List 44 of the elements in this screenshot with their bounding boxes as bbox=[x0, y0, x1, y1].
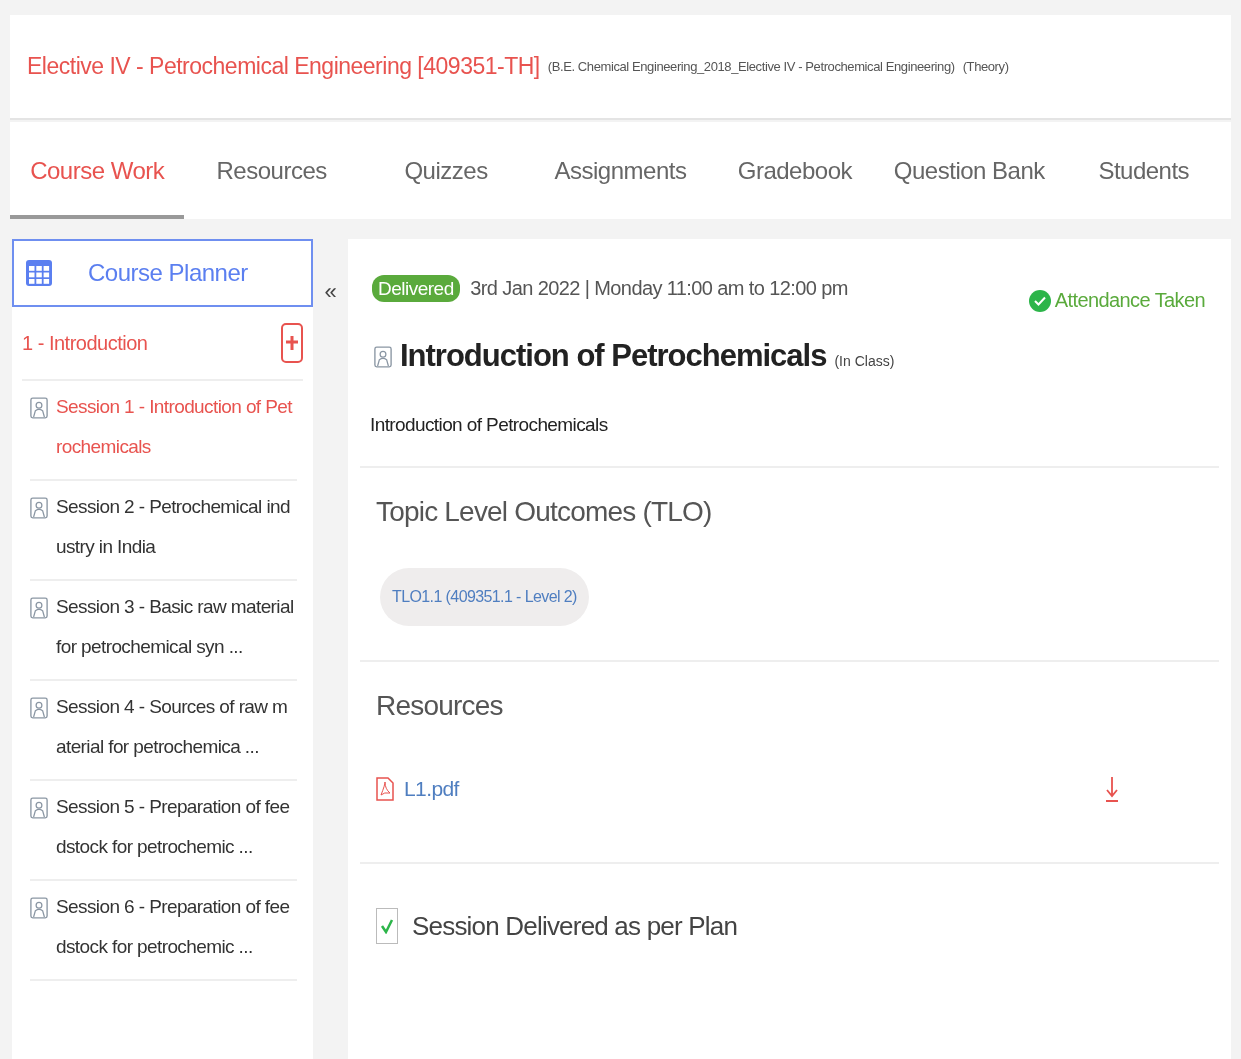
section-heading: Resources bbox=[375, 689, 504, 722]
session-schedule: 3rd Jan 2022 | Monday 11:00 am to 12:00 pm bbox=[470, 277, 848, 299]
section-heading: Topic Level Outcomes (TLO) bbox=[375, 495, 713, 528]
tab[interactable]: Resources bbox=[184, 122, 359, 219]
status-badge: Delivered bbox=[372, 275, 460, 302]
tab[interactable]: Gradebook bbox=[707, 122, 883, 219]
session-mode: (In Class) bbox=[834, 353, 895, 369]
checkbox[interactable] bbox=[376, 908, 398, 944]
download-icon[interactable] bbox=[1105, 776, 1119, 802]
grid-icon bbox=[26, 260, 52, 286]
tab[interactable]: Question Bank bbox=[882, 122, 1057, 219]
session-title: Introduction of Petrochemicals bbox=[400, 338, 827, 374]
unit-title: 1 - Introduction bbox=[22, 331, 148, 355]
person-icon bbox=[30, 897, 48, 919]
person-icon bbox=[30, 597, 48, 619]
tab[interactable]: Quizzes bbox=[358, 122, 534, 219]
tlo-chip: TLO1.1 (409351.1 - Level 2) bbox=[380, 568, 589, 626]
tab[interactable]: Assignments bbox=[533, 122, 708, 219]
course-subtitle: (B.E. Chemical Engineering_2018_Elective IV - Petrochemical Engineering) bbox=[547, 59, 955, 74]
person-icon bbox=[30, 397, 48, 419]
checkbox-label: Session Delivered as per Plan bbox=[412, 910, 738, 942]
person-icon bbox=[30, 797, 48, 819]
session-item[interactable]: Session 5 - Preparation of feedstock for petrochemic ... bbox=[30, 781, 297, 881]
tab[interactable]: Students bbox=[1056, 122, 1231, 219]
course-planner-button[interactable]: Course Planner bbox=[12, 239, 313, 307]
collapse-button[interactable]: « bbox=[324, 279, 337, 305]
file-link[interactable]: L1.pdf bbox=[404, 777, 1105, 801]
course-type: (Theory) bbox=[962, 59, 1009, 74]
session-item[interactable]: Session 3 - Basic raw material for petrochemical syn ... bbox=[30, 581, 297, 681]
course-title: Elective IV - Petrochemical Engineering [409351-TH] bbox=[27, 53, 540, 80]
check-icon bbox=[380, 918, 394, 934]
person-icon bbox=[374, 346, 392, 368]
session-item[interactable]: Session 1 - Introduction of Petrochemicals bbox=[30, 381, 297, 481]
session-description: Introduction of Petrochemicals bbox=[370, 414, 608, 435]
pdf-file-icon bbox=[376, 776, 394, 802]
add-icon[interactable] bbox=[281, 323, 303, 363]
tab[interactable]: Course Work bbox=[10, 122, 185, 219]
session-item[interactable]: Session 2 - Petrochemical industry in India bbox=[30, 481, 297, 581]
attendance-status: Attendance Taken bbox=[1054, 289, 1205, 312]
check-circle-icon bbox=[1028, 289, 1051, 312]
session-item[interactable]: Session 6 - Preparation of feedstock for petrochemic ... bbox=[30, 881, 297, 981]
person-icon bbox=[30, 697, 48, 719]
session-item[interactable]: Session 4 - Sources of raw material for petrochemica ... bbox=[30, 681, 297, 781]
person-icon bbox=[30, 497, 48, 519]
